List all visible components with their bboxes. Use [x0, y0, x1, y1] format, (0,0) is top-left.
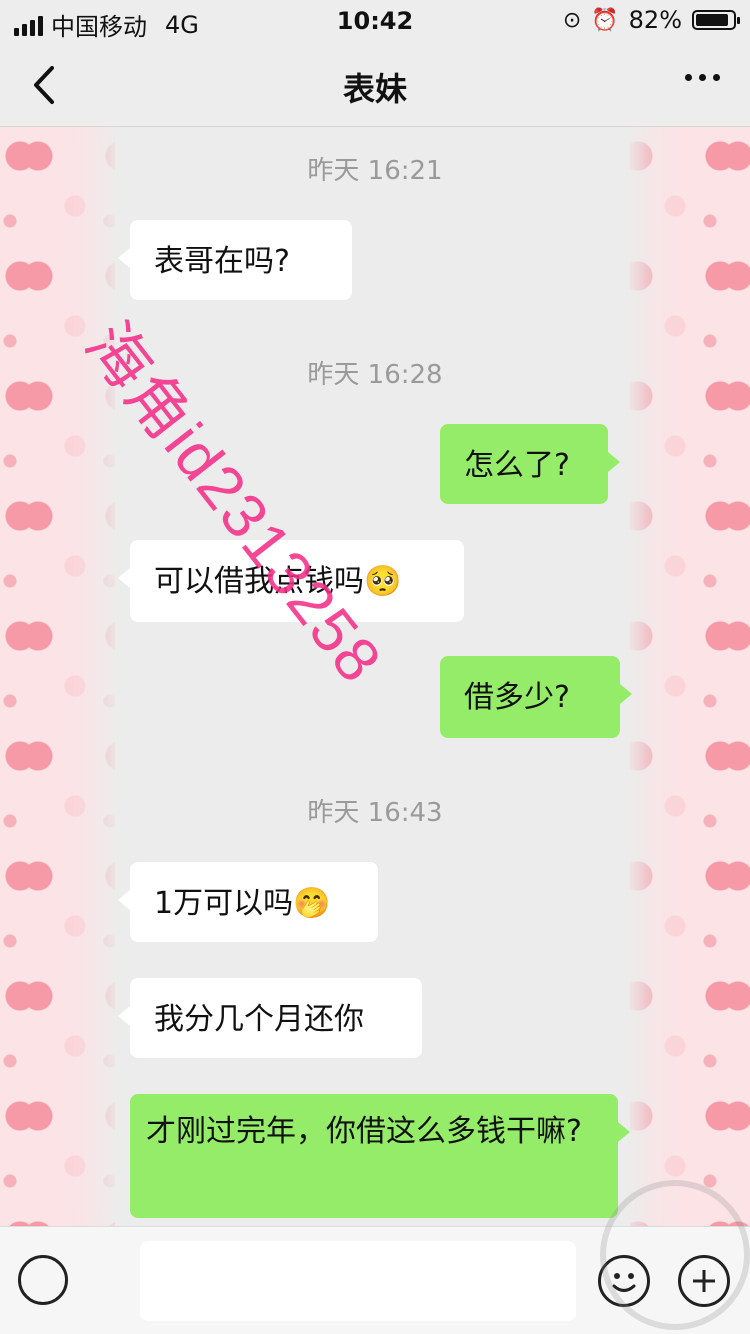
message-text: 怎么了? — [464, 448, 570, 483]
message-text: 借多少? — [464, 680, 570, 715]
more-options-icon[interactable] — [685, 74, 720, 81]
message-text: 1万可以吗 — [154, 886, 294, 921]
message-bubble-outgoing[interactable]: 借多少? — [440, 656, 632, 738]
rotation-lock-icon: ⊙ — [562, 7, 582, 33]
chat-message-list[interactable]: 昨天 16:21 表哥在吗? 昨天 16:28 怎么了? 可以借我点钱吗🥺 借多… — [0, 126, 750, 1226]
message-bubble-incoming[interactable]: 我分几个月还你 — [118, 978, 422, 1058]
nav-bar: 表妹 — [0, 44, 750, 127]
voice-input-icon[interactable] — [18, 1255, 68, 1305]
message-bubble-incoming[interactable]: 1万可以吗🤭 — [118, 862, 378, 942]
battery-percent: 82% — [628, 6, 682, 34]
message-text: 我分几个月还你 — [154, 1002, 364, 1037]
message-input[interactable] — [140, 1241, 576, 1321]
message-bubble-outgoing[interactable]: 才刚过完年，你借这么多钱干嘛? — [130, 1094, 630, 1218]
input-bar — [0, 1226, 750, 1334]
message-text: 才刚过完年，你借这么多钱干嘛? — [146, 1114, 582, 1149]
alarm-icon: ⏰ — [591, 7, 619, 33]
message-bubble-incoming[interactable]: 表哥在吗? — [118, 220, 352, 300]
chat-title: 表妹 — [342, 70, 407, 108]
emoji-icon[interactable] — [598, 1255, 650, 1307]
status-bar: 中国移动 4G 10:42 ⊙ ⏰ 82% — [0, 0, 750, 44]
timestamp: 昨天 16:43 — [307, 798, 443, 828]
plus-icon[interactable] — [678, 1255, 730, 1307]
message-text: 表哥在吗? — [154, 244, 290, 279]
timestamp: 昨天 16:21 — [307, 156, 443, 186]
message-bubble-outgoing[interactable]: 怎么了? — [440, 424, 620, 504]
status-right: ⊙ ⏰ 82% — [562, 6, 740, 34]
face-with-hand-over-mouth-emoji: 🤭 — [293, 886, 331, 921]
battery-icon — [692, 10, 740, 30]
